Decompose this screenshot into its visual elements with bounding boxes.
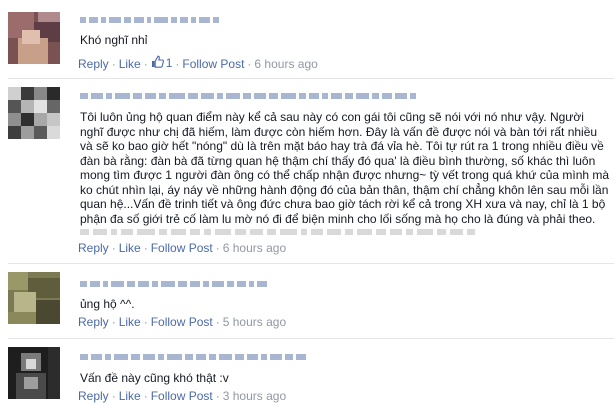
commenter-name-blurred[interactable] (80, 16, 219, 24)
comment-divider (8, 263, 614, 264)
follow-post-link[interactable]: Follow Post (151, 315, 213, 329)
blurred-text-line (80, 229, 475, 235)
commenter-name-blurred[interactable] (80, 280, 267, 288)
timestamp[interactable]: 6 hours ago (223, 241, 286, 255)
follow-post-link[interactable]: Follow Post (182, 57, 244, 71)
timestamp[interactable]: 6 hours ago (254, 57, 317, 71)
reply-link[interactable]: Reply (78, 389, 109, 403)
comment-text: ủng hộ ^^. (80, 297, 135, 311)
like-link[interactable]: Like (119, 57, 141, 71)
comment-divider (8, 78, 614, 79)
like-count[interactable]: 1 (151, 55, 172, 71)
comment-text: Vấn đề này cũng khó thật :v (80, 371, 229, 385)
reply-link[interactable]: Reply (78, 315, 109, 329)
like-link[interactable]: Like (119, 315, 141, 329)
comment-text: Tôi luôn ủng hộ quan điểm này kể cả sau … (80, 110, 610, 226)
comment-divider (8, 338, 614, 339)
comment-actions: Reply · Like · Follow Post · 5 hours ago (78, 315, 287, 329)
timestamp[interactable]: 3 hours ago (223, 389, 286, 403)
comment-actions: Reply · Like · Follow Post · 3 hours ago (78, 389, 287, 403)
commenter-name-blurred[interactable] (80, 92, 416, 100)
follow-post-link[interactable]: Follow Post (151, 389, 213, 403)
comment-text: Khó nghĩ nhỉ (80, 33, 148, 47)
thumbs-up-icon (151, 55, 164, 71)
commenter-avatar[interactable] (8, 12, 60, 64)
commenter-avatar[interactable] (8, 87, 60, 139)
commenter-name-blurred[interactable] (80, 353, 306, 361)
comment-actions: Reply · Like · Follow Post · 6 hours ago (78, 241, 287, 255)
like-link[interactable]: Like (119, 241, 141, 255)
like-link[interactable]: Like (119, 389, 141, 403)
follow-post-link[interactable]: Follow Post (151, 241, 213, 255)
reply-link[interactable]: Reply (78, 241, 109, 255)
commenter-avatar[interactable] (8, 347, 60, 399)
timestamp[interactable]: 5 hours ago (223, 315, 286, 329)
reply-link[interactable]: Reply (78, 57, 109, 71)
commenter-avatar[interactable] (8, 272, 60, 324)
comment-actions: Reply · Like · 1 · Follow Post · 6 hours ago (78, 55, 318, 71)
